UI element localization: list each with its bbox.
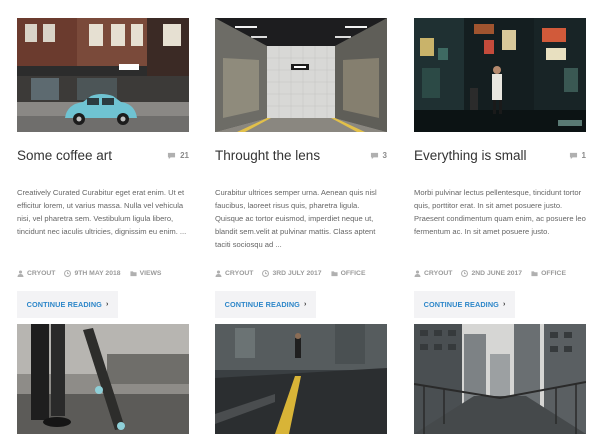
clock-icon bbox=[461, 270, 468, 277]
post-date[interactable]: 9TH MAY 2018 bbox=[64, 269, 121, 277]
post-date[interactable]: 3RD JULY 2017 bbox=[262, 269, 322, 277]
post-category[interactable]: VIEWS bbox=[130, 269, 162, 277]
comment-icon bbox=[370, 152, 379, 160]
comment-icon bbox=[569, 152, 578, 160]
post-title[interactable]: Some coffee art bbox=[17, 144, 112, 168]
post-thumbnail-5[interactable] bbox=[215, 324, 387, 434]
post-author[interactable]: CRYOUT bbox=[17, 270, 55, 277]
folder-icon bbox=[130, 270, 137, 277]
category-text: OFFICE bbox=[340, 269, 366, 277]
date-text: 2ND JUNE 2017 bbox=[471, 269, 523, 277]
category-text: OFFICE bbox=[541, 269, 566, 277]
post-title-row: Throught the lens 3 bbox=[215, 144, 387, 168]
post-meta: CRYOUT 3RD JULY 2017 OFFICE bbox=[215, 267, 387, 279]
post-thumbnail-1[interactable] bbox=[17, 18, 189, 132]
post-image-skateboard bbox=[17, 324, 189, 434]
comment-count[interactable]: 1 bbox=[569, 151, 586, 161]
user-icon bbox=[414, 270, 421, 277]
author-name: CRYOUT bbox=[27, 269, 56, 277]
date-text: 3RD JULY 2017 bbox=[272, 269, 322, 277]
comment-count-value: 3 bbox=[382, 151, 387, 160]
folder-icon bbox=[531, 270, 538, 277]
continue-reading-label: CONTINUE READING bbox=[224, 300, 300, 309]
post-image-subway bbox=[215, 18, 387, 132]
post-card-1: Some coffee art 21 Creatively Curated Cu… bbox=[17, 18, 189, 318]
post-thumbnail-6[interactable] bbox=[414, 324, 586, 434]
chevron-right-icon: › bbox=[502, 301, 506, 308]
author-name: CRYOUT bbox=[424, 269, 453, 277]
post-category[interactable]: OFFICE bbox=[331, 270, 366, 277]
post-image-car-street bbox=[17, 18, 189, 132]
chevron-right-icon: › bbox=[105, 301, 109, 308]
comment-count[interactable]: 3 bbox=[370, 151, 387, 161]
post-thumbnail-3[interactable] bbox=[414, 18, 586, 132]
post-image-night-market bbox=[414, 18, 586, 132]
date-text: 9TH MAY 2018 bbox=[74, 269, 121, 277]
chevron-right-icon: › bbox=[303, 301, 307, 308]
user-icon bbox=[215, 270, 222, 277]
post-excerpt: Curabitur ultrices semper urna. Aenean q… bbox=[215, 188, 377, 250]
comment-count-value: 1 bbox=[581, 151, 586, 160]
post-card-2: Throught the lens 3 Curabitur ultrices s… bbox=[215, 18, 387, 318]
post-date[interactable]: 2ND JUNE 2017 bbox=[461, 269, 523, 277]
post-image-road bbox=[215, 324, 387, 434]
post-author[interactable]: CRYOUT bbox=[414, 270, 452, 277]
continue-reading-button[interactable]: CONTINUE READING › bbox=[215, 291, 316, 318]
post-title[interactable]: Throught the lens bbox=[215, 144, 320, 168]
post-title[interactable]: Everything is small bbox=[414, 144, 527, 168]
comment-icon bbox=[167, 152, 176, 160]
post-thumbnail-4[interactable] bbox=[17, 324, 189, 434]
post-excerpt: Creatively Curated Curabitur eget erat e… bbox=[17, 188, 187, 237]
post-title-row: Everything is small 1 bbox=[414, 144, 586, 168]
folder-icon bbox=[331, 270, 338, 277]
post-category[interactable]: OFFICE bbox=[531, 270, 566, 277]
author-name: CRYOUT bbox=[225, 269, 254, 277]
continue-reading-button[interactable]: CONTINUE READING › bbox=[414, 291, 515, 318]
continue-reading-label: CONTINUE READING bbox=[26, 300, 102, 309]
post-card-3: Everything is small 1 Morbi pulvinar lec… bbox=[414, 18, 586, 318]
category-text: VIEWS bbox=[139, 269, 162, 277]
clock-icon bbox=[64, 270, 71, 277]
comment-count-value: 21 bbox=[180, 151, 189, 160]
post-meta: CRYOUT 2ND JUNE 2017 OFFICE bbox=[414, 267, 586, 279]
user-icon bbox=[17, 270, 24, 277]
post-meta: CRYOUT 9TH MAY 2018 VIEWS bbox=[17, 267, 189, 279]
continue-reading-label: CONTINUE READING bbox=[423, 300, 499, 309]
post-excerpt: Morbi pulvinar lectus pellentesque, tinc… bbox=[414, 188, 586, 237]
clock-icon bbox=[262, 270, 269, 277]
post-image-city-bridge bbox=[414, 324, 586, 434]
comment-count[interactable]: 21 bbox=[167, 151, 189, 161]
post-title-row: Some coffee art 21 bbox=[17, 144, 189, 168]
post-thumbnail-2[interactable] bbox=[215, 18, 387, 132]
post-author[interactable]: CRYOUT bbox=[215, 270, 253, 277]
continue-reading-button[interactable]: CONTINUE READING › bbox=[17, 291, 118, 318]
